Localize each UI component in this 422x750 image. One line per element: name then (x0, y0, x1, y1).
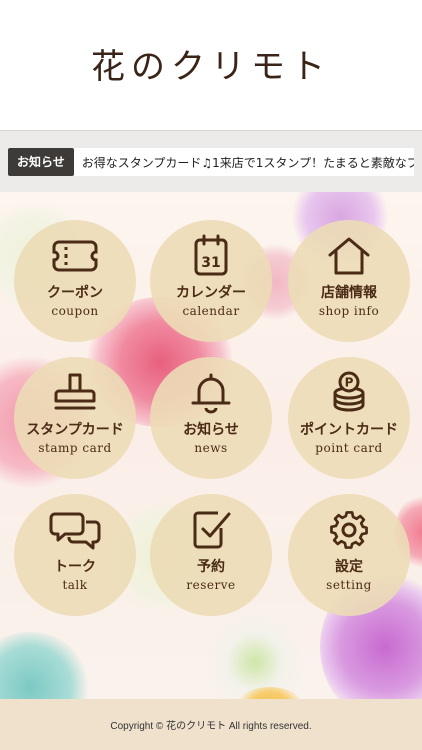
stamp-icon (54, 373, 96, 410)
news-button[interactable]: お知らせ news (150, 357, 272, 479)
point-letter: P (345, 376, 354, 390)
coupon-label: クーポン (47, 285, 103, 301)
copyright-text: Copyright © 花のクリモト All rights reserved. (110, 721, 312, 732)
news-sublabel: news (194, 441, 228, 455)
app-header: 花のクリモト (0, 0, 422, 130)
stamp-card-label: スタンプカード (26, 422, 124, 438)
shop-info-sublabel: shop info (318, 304, 380, 318)
footer: Copyright © 花のクリモト All rights reserved. (0, 699, 422, 750)
stamp-card-sublabel: stamp card (38, 441, 112, 455)
reserve-check-icon (193, 511, 231, 549)
point-card-sublabel: point card (315, 441, 383, 455)
reserve-label: 予約 (197, 559, 225, 575)
reserve-sublabel: reserve (186, 578, 236, 592)
coupon-button[interactable]: クーポン coupon (14, 220, 136, 342)
point-card-label: ポイントカード (300, 422, 398, 438)
bell-icon (191, 373, 231, 414)
notice-badge: お知らせ (8, 148, 74, 176)
calendar-button[interactable]: 31 カレンダー calendar (150, 220, 272, 342)
calendar-sublabel: calendar (182, 304, 240, 318)
calendar-day-number: 31 (201, 255, 220, 271)
app-logo-title: 花のクリモト (91, 46, 331, 87)
flower-decoration (205, 612, 305, 699)
shop-info-button[interactable]: 店舗情報 shop info (288, 220, 410, 342)
menu-area: クーポン coupon 31 カレンダー calendar 店舗情報 shop … (0, 192, 422, 699)
talk-label: トーク (54, 559, 96, 575)
coupon-sublabel: coupon (51, 304, 99, 318)
reserve-button[interactable]: 予約 reserve (150, 494, 272, 616)
talk-button[interactable]: トーク talk (14, 494, 136, 616)
coins-icon: P (333, 371, 365, 412)
notice-ticker[interactable]: お知らせ お得なスタンプカード♫1来店で1スタンプ！たまると素敵なプレゼントをご… (8, 148, 414, 176)
talk-sublabel: talk (62, 578, 88, 592)
notice-text: お得なスタンプカード♫1来店で1スタンプ！たまると素敵なプレゼントをご用意してい… (81, 155, 414, 170)
shop-info-label: 店舗情報 (321, 285, 377, 301)
news-label: お知らせ (183, 422, 239, 438)
flower-decoration (0, 632, 90, 699)
calendar-icon: 31 (194, 234, 228, 276)
home-icon (328, 237, 370, 275)
point-card-button[interactable]: P ポイントカード point card (288, 357, 410, 479)
calendar-label: カレンダー (176, 285, 246, 301)
chat-bubbles-icon (49, 512, 101, 550)
setting-sublabel: setting (326, 578, 372, 592)
coupon-icon (52, 240, 98, 272)
stamp-card-button[interactable]: スタンプカード stamp card (14, 357, 136, 479)
setting-button[interactable]: 設定 setting (288, 494, 410, 616)
notice-ticker-bar: お知らせ お得なスタンプカード♫1来店で1スタンプ！たまると素敵なプレゼントをご… (0, 130, 422, 192)
setting-label: 設定 (335, 559, 363, 575)
gear-icon (330, 511, 368, 549)
